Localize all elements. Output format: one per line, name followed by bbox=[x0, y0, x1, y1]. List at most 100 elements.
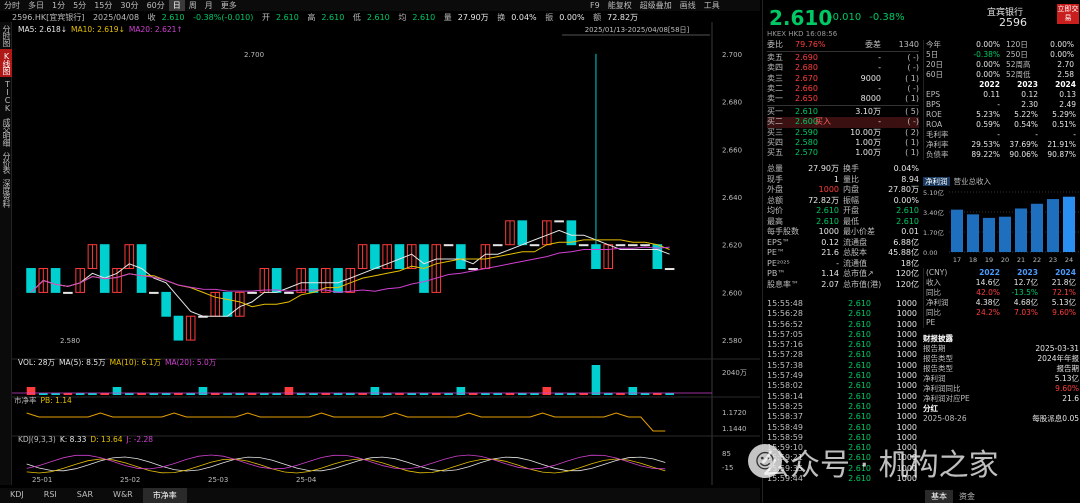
order-level[interactable]: 卖四 2.680 - ( -) bbox=[767, 63, 919, 73]
level-count: ( 1) bbox=[905, 147, 919, 157]
stat-row: 股息率™ 2.07 总市值(港) 120亿 bbox=[767, 280, 919, 291]
tick-row: 15:58:49 2.610 1000 bbox=[767, 423, 919, 433]
left-nav-item[interactable]: 深度资料 bbox=[0, 176, 12, 210]
tick-row: 15:56:52 2.610 1000 bbox=[767, 320, 919, 330]
date-tick: 25-03 bbox=[208, 476, 228, 484]
indicator-tab[interactable]: KDJ bbox=[0, 488, 34, 503]
open-label: 开 bbox=[261, 13, 270, 22]
left-nav-item[interactable]: TICK bbox=[0, 77, 12, 115]
order-level[interactable]: 卖一 2.650 8000 ( 1) bbox=[767, 94, 919, 104]
turn-label: 换 bbox=[497, 13, 506, 22]
year-label: 2023 bbox=[1017, 268, 1038, 277]
period-tab[interactable]: 日 bbox=[168, 0, 185, 11]
order-level[interactable]: 卖五 2.690 - ( -) bbox=[767, 53, 919, 63]
level-count: ( 1) bbox=[905, 93, 919, 103]
stat-cell: 45.88亿 bbox=[888, 248, 919, 257]
tick-cell: 2.610 bbox=[848, 422, 871, 432]
period-tab[interactable]: 1分 bbox=[48, 0, 69, 11]
toolbar-item[interactable]: 能复权 bbox=[608, 0, 632, 11]
tick-cell: 2.610 bbox=[848, 360, 871, 370]
toolbar-item[interactable]: 画线 bbox=[680, 0, 696, 11]
fin-cell: 90.06% bbox=[1009, 150, 1038, 159]
stat-cell: 最低 bbox=[843, 216, 859, 226]
bar-axis-tick: 5.10亿 bbox=[923, 188, 944, 197]
period-tab[interactable]: 60分 bbox=[143, 0, 169, 11]
stat-cell: 换手 bbox=[843, 164, 859, 173]
left-nav-item[interactable]: K线图 bbox=[0, 49, 12, 77]
order-level[interactable]: 买三 2.590 10.00万 ( 2) bbox=[767, 128, 919, 138]
tick-cell: 2.610 bbox=[848, 371, 871, 381]
right-tab[interactable]: 资金 bbox=[953, 490, 981, 503]
order-level[interactable]: 卖二 2.660 - ( -) bbox=[767, 84, 919, 94]
left-nav-item[interactable]: 分价表 bbox=[0, 149, 12, 176]
toolbar-item[interactable]: F9 bbox=[590, 1, 600, 10]
divider bbox=[767, 51, 919, 53]
order-level[interactable]: 卖三 2.670 9000 ( 1) bbox=[767, 74, 919, 84]
level-volume: - bbox=[878, 63, 881, 73]
tick-cell: 1000 bbox=[896, 381, 917, 391]
fin-cell: 42.0% bbox=[976, 288, 1000, 297]
order-level[interactable]: 买二 2.600 买入 - ( -) bbox=[767, 117, 919, 128]
trade-button[interactable]: 立即交易 bbox=[1057, 4, 1079, 24]
period-tab[interactable]: 分时 bbox=[0, 0, 24, 11]
fin-row: 收入 14.6亿 12.7亿 21.8亿 bbox=[926, 278, 1079, 288]
pb-legend: 市净率 PB: 1.14 bbox=[14, 395, 72, 405]
candle-body bbox=[173, 315, 184, 341]
period-tab[interactable]: 30分 bbox=[116, 0, 142, 11]
period-tab[interactable]: 月 bbox=[201, 0, 217, 11]
tick-cell: 2.610 bbox=[848, 309, 871, 319]
disclosure-value: 2024年年报 bbox=[1037, 354, 1079, 363]
order-level[interactable]: 买一 2.610 3.10万 ( 5) bbox=[767, 107, 919, 117]
perf-cell: -0.38% bbox=[973, 50, 1000, 59]
tick-cell: 15:58:49 bbox=[767, 422, 803, 432]
toolbar-item[interactable]: 工具 bbox=[704, 0, 720, 11]
tick-cell: 2.610 bbox=[848, 340, 871, 350]
revenue-bar bbox=[983, 217, 995, 252]
bar-axis-tick: 1.70亿 bbox=[923, 228, 944, 237]
disclosure-value: 21.6 bbox=[1062, 394, 1079, 403]
revenue-bar bbox=[1015, 208, 1027, 252]
indicator-tab[interactable]: SAR bbox=[67, 488, 103, 503]
stat-cell: 每手股数 bbox=[767, 227, 799, 236]
toolbar-item[interactable]: 超级叠加 bbox=[640, 0, 672, 11]
level-count: ( 2) bbox=[905, 127, 919, 137]
candle-body bbox=[578, 244, 589, 247]
bar-tab[interactable]: 净利润 bbox=[923, 177, 950, 186]
high-label: 高 bbox=[307, 13, 316, 22]
level-price: 2.680 bbox=[795, 63, 818, 73]
period-tab[interactable]: 周 bbox=[185, 0, 201, 11]
pb-tick: 1.1720 bbox=[722, 409, 747, 417]
disclosure-value: 9.60% bbox=[1055, 384, 1079, 393]
year-label: 2022 bbox=[979, 268, 1000, 277]
tick-cell: 15:56:28 bbox=[767, 309, 803, 319]
price-tick: 2.700 bbox=[722, 51, 742, 59]
fin-cell: 负债率 bbox=[926, 150, 949, 159]
left-nav-item[interactable]: 分时图 bbox=[0, 22, 12, 49]
order-level[interactable]: 买四 2.580 1.00万 ( 1) bbox=[767, 138, 919, 148]
order-book: 委比 79.76% 委差 1340 卖五 2.690-( -) 卖四 2.680-( -) 卖三… bbox=[767, 40, 919, 158]
right-tab[interactable]: 基本 bbox=[925, 490, 953, 503]
tick-cell: 1000 bbox=[896, 340, 917, 350]
disclosure-row: 净利润同比 9.60% bbox=[923, 384, 1079, 394]
indicator-tab[interactable]: W&R bbox=[103, 488, 143, 503]
perf-cell: 52周低 bbox=[1006, 70, 1031, 79]
indicator-tab[interactable]: RSI bbox=[34, 488, 67, 503]
period-tab[interactable]: 多日 bbox=[24, 0, 48, 11]
level-price: 2.570 bbox=[795, 147, 818, 157]
bar-label: 营业总收入 bbox=[953, 177, 992, 186]
level-volume: - bbox=[878, 53, 881, 63]
level-price: 2.670 bbox=[795, 73, 818, 83]
stat-cell: 0.04% bbox=[893, 164, 919, 173]
period-tab[interactable]: 5分 bbox=[69, 0, 90, 11]
left-nav-item[interactable]: 成交明细 bbox=[0, 115, 12, 149]
indicator-tab[interactable]: 市净率 bbox=[142, 488, 187, 503]
kline-chart[interactable]: MA5: 2.618↓ MA10: 2.619↓ MA20: 2.621↑ 2025/… bbox=[12, 22, 760, 485]
tick-cell: 2.610 bbox=[848, 381, 871, 391]
stock-code: 2596 bbox=[999, 16, 1027, 29]
period-tab[interactable]: 更多 bbox=[217, 0, 241, 11]
period-tab[interactable]: 15分 bbox=[90, 0, 116, 11]
order-level[interactable]: 买五 2.570 1.00万 ( 1) bbox=[767, 148, 919, 158]
level-label: 买四 bbox=[767, 137, 783, 147]
vol-bar bbox=[628, 387, 638, 395]
stat-cell: 1 bbox=[833, 174, 839, 184]
